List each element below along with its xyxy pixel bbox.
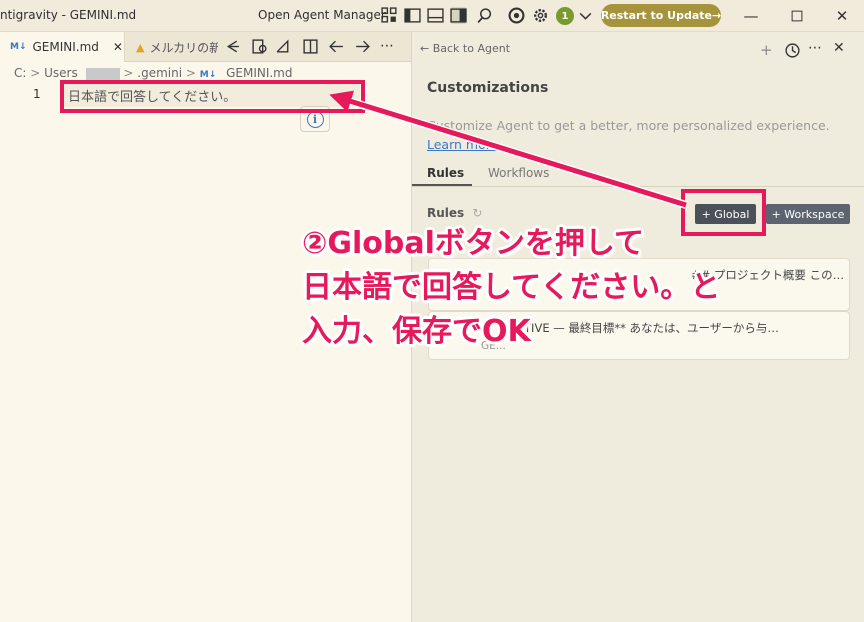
annotation-line: 入力、保存でOK (302, 314, 531, 349)
annotation-line: 日本語で回答してください。と (302, 270, 721, 305)
annotation-line: ②Globalボタンを押して (302, 226, 645, 261)
annotation-text: ②Globalボタンを押して 日本語で回答してください。と 入力、保存でOK (302, 222, 720, 354)
